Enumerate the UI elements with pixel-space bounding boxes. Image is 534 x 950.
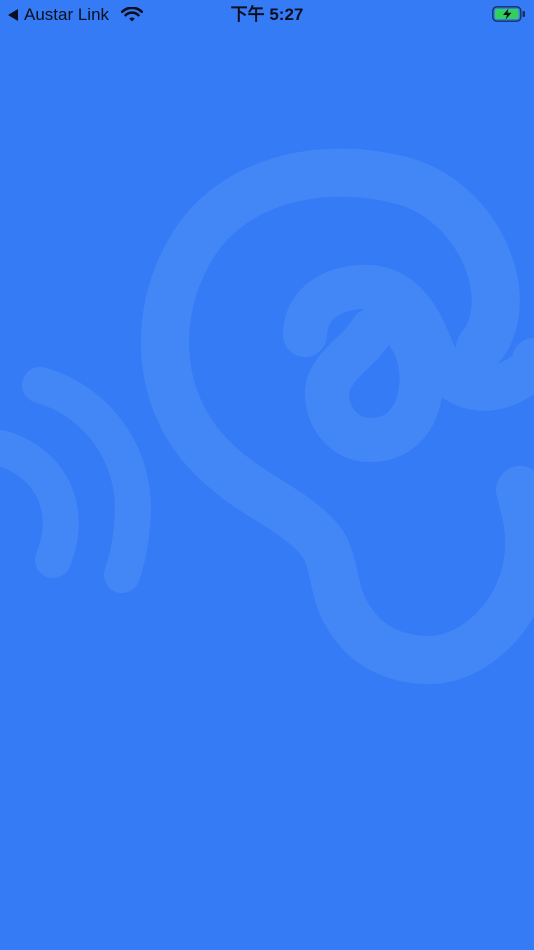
status-bar: Austar Link 下午 5:27 [0,0,534,30]
sound-wave-inner-stroke [0,430,79,578]
ear-logo-illustration [0,148,534,684]
status-time: 下午 5:27 [230,5,304,24]
battery-charging-icon [492,6,525,22]
at-sign-inner-stroke [305,308,444,462]
